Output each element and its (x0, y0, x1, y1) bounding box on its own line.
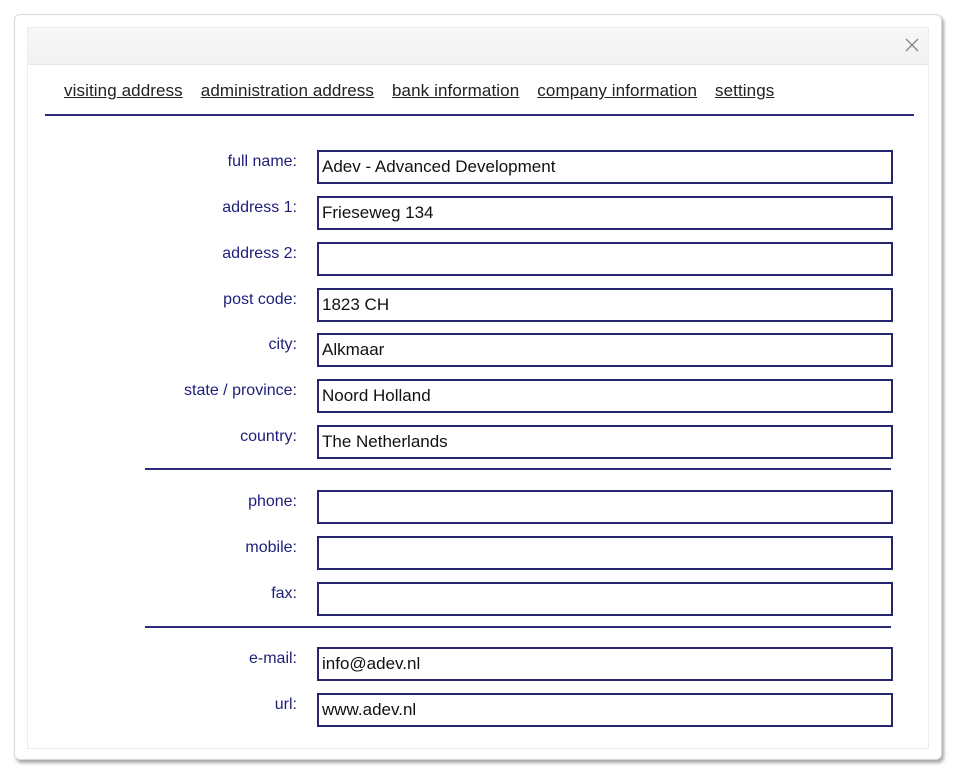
full-name-label: full name: (227, 153, 297, 170)
city-label: city: (268, 336, 297, 353)
email-input[interactable] (317, 647, 893, 681)
full-name-input[interactable] (317, 150, 893, 184)
address-1-input[interactable] (317, 196, 893, 230)
form-row-address-2: address 2: (28, 242, 928, 276)
form-row-city: city: (28, 333, 928, 367)
dialog: visiting address administration address … (14, 14, 942, 760)
email-label: e-mail: (248, 650, 297, 667)
section-divider (145, 468, 891, 470)
tab-bar: visiting address administration address … (64, 81, 792, 103)
country-input[interactable] (317, 425, 893, 459)
phone-input[interactable] (317, 490, 893, 524)
fax-input[interactable] (317, 582, 893, 616)
fax-label: fax: (271, 585, 297, 602)
tab-settings[interactable]: settings (715, 81, 774, 103)
url-label: url: (274, 696, 297, 713)
phone-label: phone: (248, 493, 297, 510)
form-row-post-code: post code: (28, 288, 928, 322)
tab-company-information[interactable]: company information (537, 81, 697, 103)
close-icon (905, 38, 919, 52)
form-row-address-1: address 1: (28, 196, 928, 230)
form-row-url: url: (28, 693, 928, 727)
city-input[interactable] (317, 333, 893, 367)
tab-administration-address[interactable]: administration address (201, 81, 374, 103)
post-code-label: post code: (223, 291, 297, 308)
address-1-label: address 1: (222, 199, 297, 216)
tab-visiting-address[interactable]: visiting address (64, 81, 183, 103)
section-divider (145, 626, 891, 628)
form-row-state-province: state / province: (28, 379, 928, 413)
form-row-mobile: mobile: (28, 536, 928, 570)
mobile-label: mobile: (245, 539, 297, 556)
post-code-input[interactable] (317, 288, 893, 322)
dialog-content: visiting address administration address … (27, 27, 929, 749)
state-province-label: state / province: (184, 382, 297, 399)
close-button[interactable] (902, 35, 922, 55)
mobile-input[interactable] (317, 536, 893, 570)
address-2-input[interactable] (317, 242, 893, 276)
tab-bank-information[interactable]: bank information (392, 81, 519, 103)
country-label: country: (240, 428, 297, 445)
url-input[interactable] (317, 693, 893, 727)
form-row-phone: phone: (28, 490, 928, 524)
form-row-full-name: full name: (28, 150, 928, 184)
form-row-country: country: (28, 425, 928, 459)
form-row-fax: fax: (28, 582, 928, 616)
address-2-label: address 2: (222, 245, 297, 262)
dialog-header (28, 28, 928, 65)
form-row-email: e-mail: (28, 647, 928, 681)
state-province-input[interactable] (317, 379, 893, 413)
tab-divider (45, 114, 914, 116)
